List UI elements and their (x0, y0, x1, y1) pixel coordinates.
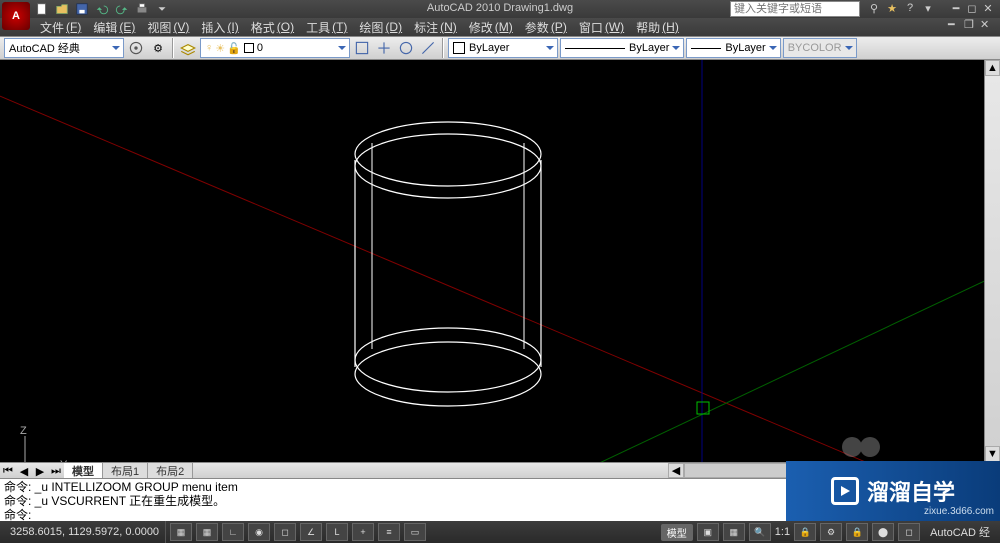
watermark-overlay: 溜溜自学 zixue.3d66.com (786, 461, 1000, 521)
hscroll-left-icon[interactable]: ◀ (668, 463, 684, 478)
workspace-gear-icon[interactable]: ⚙ (148, 38, 168, 58)
quickview-drawings-icon[interactable]: ▦ (723, 523, 745, 541)
ducs-toggle[interactable]: L (326, 523, 348, 541)
toolbar-row: AutoCAD 经典 ⚙ ♀ ☀ 🔓 0 ByLayer ByLayer ByL… (0, 36, 1000, 60)
space-badge[interactable]: 模型 (661, 524, 693, 541)
tab-next-icon[interactable]: ▶ (32, 463, 48, 478)
workspace-dropdown[interactable]: AutoCAD 经典 (4, 38, 124, 58)
menu-view[interactable]: 视图(V) (141, 19, 195, 36)
title-bar-text: AutoCAD 2010 Drawing1.dwg (427, 2, 573, 14)
bycolor-label: BYCOLOR (788, 42, 842, 54)
print-icon[interactable] (134, 1, 150, 17)
osnap-toggle[interactable]: ◻ (274, 523, 296, 541)
annoscale-icon[interactable]: 🔍 (749, 523, 771, 541)
lwt-toggle[interactable]: ≡ (378, 523, 400, 541)
status-bar: 3258.6015, 1129.5972, 0.0000 ▦ ▦ ∟ ◉ ◻ ∠… (0, 521, 1000, 543)
tab-last-icon[interactable]: ⏭ (48, 463, 64, 478)
layer-tool4-icon[interactable] (418, 38, 438, 58)
qat-dropdown-icon[interactable] (154, 1, 170, 17)
menu-tools[interactable]: 工具(T) (300, 19, 353, 36)
qp-toggle[interactable]: ▭ (404, 523, 426, 541)
doc-minimize-icon[interactable]: ━ (948, 18, 964, 31)
watermark-text: 溜溜自学 (867, 475, 955, 507)
menu-modify[interactable]: 修改(M) (463, 19, 519, 36)
annoscale-lock-icon[interactable]: 🔒 (794, 523, 816, 541)
menu-insert[interactable]: 插入(I) (195, 19, 244, 36)
menu-edit[interactable]: 编辑(E) (87, 19, 141, 36)
menu-help[interactable]: 帮助(H) (630, 19, 685, 36)
tab-prev-icon[interactable]: ◀ (16, 463, 32, 478)
layer-tool3-icon[interactable] (396, 38, 416, 58)
otrack-toggle[interactable]: ∠ (300, 523, 322, 541)
tab-first-icon[interactable]: ⏮ (0, 463, 16, 478)
coords-readout: 3258.6015, 1129.5972, 0.0000 (4, 521, 166, 543)
sun-icon: ☀ (215, 42, 225, 55)
vertical-scrollbar[interactable]: ▲ ▼ (984, 60, 1000, 462)
lineweight-dropdown[interactable]: ByLayer (686, 38, 780, 58)
bulb-icon: ♀ (205, 42, 213, 54)
snap-toggle[interactable]: ▦ (170, 523, 192, 541)
color-dropdown[interactable]: ByLayer (448, 38, 558, 58)
menu-bar: 文件(F) 编辑(E) 视图(V) 插入(I) 格式(O) 工具(T) 绘图(D… (0, 18, 1000, 36)
ortho-toggle[interactable]: ∟ (222, 523, 244, 541)
play-icon (831, 477, 859, 505)
scroll-up-icon[interactable]: ▲ (985, 60, 1000, 76)
menu-window[interactable]: 窗口(W) (573, 19, 630, 36)
info-dropdown-icon[interactable]: ▾ (920, 0, 936, 16)
menu-param[interactable]: 参数(P) (519, 19, 573, 36)
quick-access-toolbar: AutoCAD 2010 Drawing1.dwg ⚲ ★ ? ▾ ━ ◻ ✕ (0, 0, 1000, 18)
linetype-label: ByLayer (629, 42, 669, 54)
dyn-toggle[interactable]: + (352, 523, 374, 541)
layer-tool1-icon[interactable] (352, 38, 372, 58)
layer-name: 0 (257, 42, 263, 54)
workspace-label: AutoCAD 经典 (9, 40, 80, 56)
new-icon[interactable] (34, 1, 50, 17)
help-icon[interactable]: ? (902, 0, 918, 16)
layer-props-icon[interactable] (178, 38, 198, 58)
watermark-sub: zixue.3d66.com (924, 506, 994, 517)
scroll-down-icon[interactable]: ▼ (985, 446, 1000, 462)
search-input[interactable] (730, 1, 860, 17)
maximize-icon[interactable]: ◻ (964, 0, 980, 16)
annoscale-value[interactable]: 1:1 (775, 526, 790, 538)
linetype-dropdown[interactable]: ByLayer (560, 38, 684, 58)
hardware-accel-icon[interactable]: ⬤ (872, 523, 894, 541)
color-label: ByLayer (469, 42, 509, 54)
redo-icon[interactable] (114, 1, 130, 17)
undo-icon[interactable] (94, 1, 110, 17)
doc-close-icon[interactable]: ✕ (980, 18, 996, 31)
lock-icon: 🔓 (227, 42, 241, 55)
tab-model[interactable]: 模型 (64, 463, 103, 478)
workspace-settings-icon[interactable] (126, 38, 146, 58)
isolate-icon[interactable]: ◻ (898, 523, 920, 541)
bycolor-dropdown[interactable]: BYCOLOR (783, 38, 857, 58)
ws-switch-icon[interactable]: ⚙ (820, 523, 842, 541)
lineweight-label: ByLayer (725, 42, 765, 54)
grid-toggle[interactable]: ▦ (196, 523, 218, 541)
menu-dimension[interactable]: 标注(N) (408, 19, 463, 36)
doc-restore-icon[interactable]: ❐ (964, 18, 980, 31)
search-go-icon[interactable]: ⚲ (866, 0, 882, 16)
polar-toggle[interactable]: ◉ (248, 523, 270, 541)
close-icon[interactable]: ✕ (980, 0, 996, 16)
drawing-viewport[interactable]: Z X Y ▲ ▼ ⏮ ◀ ▶ ⏭ 模型 布局1 布局2 ◀ ▶ (0, 60, 1000, 478)
workspace-status: AutoCAD 经 (924, 524, 996, 540)
open-icon[interactable] (54, 1, 70, 17)
toolbar-lock-icon[interactable]: 🔒 (846, 523, 868, 541)
minimize-icon[interactable]: ━ (948, 0, 964, 16)
layer-tool2-icon[interactable] (374, 38, 394, 58)
menu-draw[interactable]: 绘图(D) (353, 19, 408, 36)
menu-file[interactable]: 文件(F) (34, 19, 87, 36)
menu-format[interactable]: 格式(O) (245, 19, 300, 36)
save-icon[interactable] (74, 1, 90, 17)
subscription-icon[interactable]: ★ (884, 0, 900, 16)
layer-dropdown[interactable]: ♀ ☀ 🔓 0 (200, 38, 350, 58)
app-logo[interactable]: A (2, 2, 30, 30)
tab-layout1[interactable]: 布局1 (103, 463, 148, 478)
drawing-canvas (0, 60, 1000, 478)
layer-color-swatch (244, 43, 254, 53)
quickview-layouts-icon[interactable]: ▣ (697, 523, 719, 541)
tab-layout2[interactable]: 布局2 (148, 463, 193, 478)
